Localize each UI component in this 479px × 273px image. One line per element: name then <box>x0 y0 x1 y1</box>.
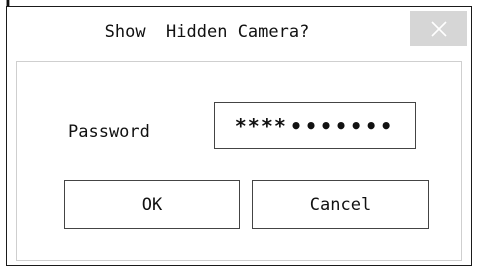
dialog-content-panel: Password **** ••••••• OK Cancel <box>16 61 462 261</box>
password-mask-dots: ••••••• <box>289 113 396 138</box>
close-icon <box>430 20 447 37</box>
cancel-button[interactable]: Cancel <box>252 180 429 229</box>
password-label: Password <box>68 122 150 142</box>
close-button[interactable] <box>410 11 467 46</box>
password-masked-text: **** <box>234 113 287 138</box>
cancel-button-label: Cancel <box>309 194 372 215</box>
ok-button[interactable]: OK <box>64 180 240 229</box>
dialog-title: Show Hidden Camera? <box>104 22 310 42</box>
ok-button-label: OK <box>141 194 163 215</box>
password-dialog: Show Hidden Camera? Password **** ••••••… <box>6 6 472 266</box>
password-input[interactable]: **** ••••••• <box>214 102 416 149</box>
